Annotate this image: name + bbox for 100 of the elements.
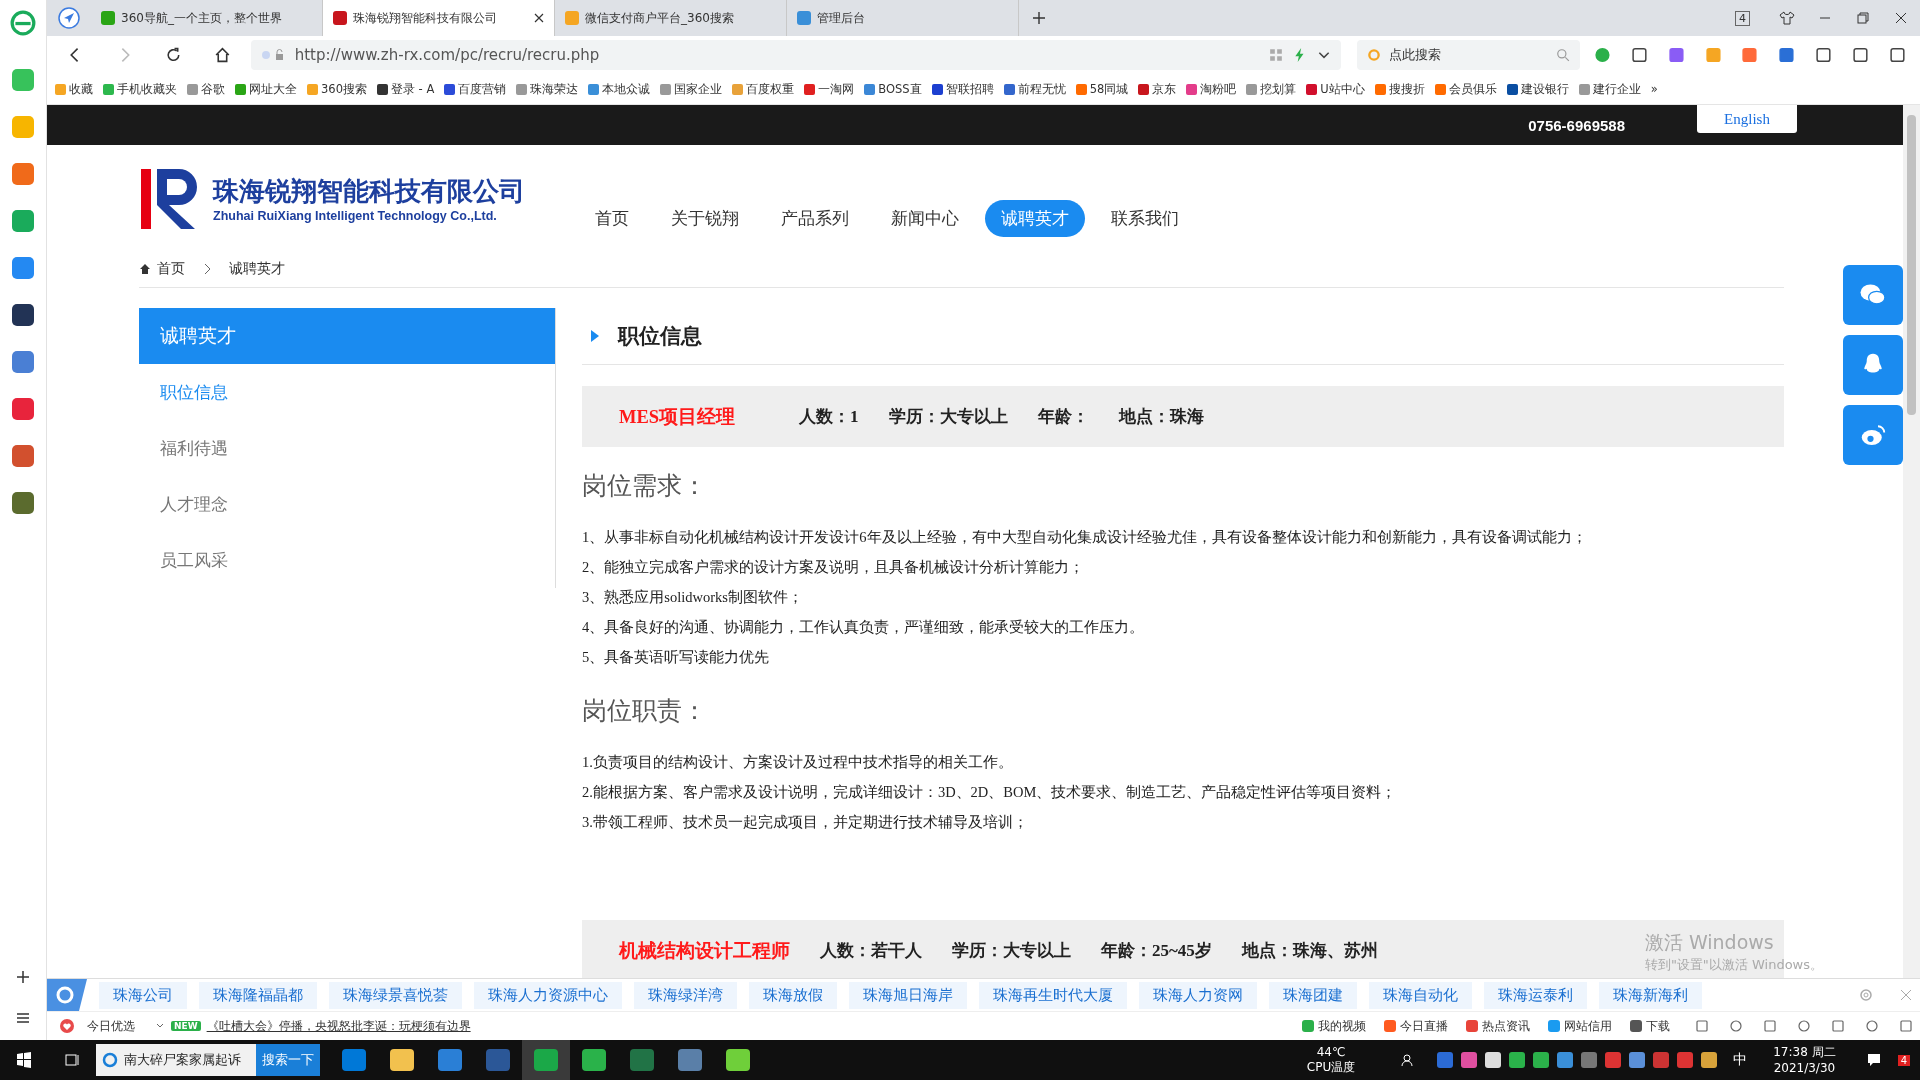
bookmark[interactable]: 建设银行 xyxy=(1506,81,1569,97)
hot-search-link[interactable]: 珠海旭日海岸 xyxy=(849,981,967,1009)
toolbar-icon[interactable] xyxy=(1830,1018,1846,1034)
hot-search-link[interactable]: 珠海隆福晶都 xyxy=(199,981,317,1009)
status-link[interactable]: 热点资讯 xyxy=(1466,1017,1530,1035)
app-icon[interactable] xyxy=(12,304,34,326)
hot-search-link[interactable]: 珠海公司 xyxy=(99,981,187,1009)
toolbar-icon[interactable] xyxy=(1694,1018,1710,1034)
hot-search-link[interactable]: 珠海新海利 xyxy=(1599,981,1702,1009)
status-link[interactable]: 今日直播 xyxy=(1384,1017,1448,1035)
search-field[interactable]: 点此搜索 xyxy=(1356,40,1580,70)
nav-link[interactable]: 新闻中心 xyxy=(875,199,975,237)
taskbar-search-field[interactable]: 南大碎尸案家属起诉 xyxy=(96,1044,256,1076)
search-button[interactable]: 搜索一下 xyxy=(256,1044,320,1076)
bookmark[interactable]: 58同城 xyxy=(1075,81,1129,97)
news-headline-link[interactable]: 《吐槽大会》停播，央视怒批李诞：玩梗须有边界 xyxy=(206,1017,471,1035)
browser-tab[interactable]: 珠海锐翔智能科技有限公司 xyxy=(323,0,555,36)
address-field[interactable]: http://www.zh-rx.com/pc/recru/recru.php xyxy=(250,40,1341,70)
hot-search-link[interactable]: 珠海运泰利 xyxy=(1484,981,1587,1009)
bookmark[interactable]: 手机收藏夹 xyxy=(103,81,177,97)
extension-icon[interactable] xyxy=(1889,46,1907,64)
bookmark[interactable]: 谷歌 xyxy=(187,81,225,97)
toolbar-icon[interactable] xyxy=(1796,1018,1812,1034)
hot-search-link[interactable]: 珠海自动化 xyxy=(1369,981,1472,1009)
bookmark[interactable]: 百度权重 xyxy=(732,81,795,97)
input-method-indicator[interactable]: 中 xyxy=(1733,1051,1748,1069)
clock[interactable]: 17:38 周二 2021/3/30 xyxy=(1773,1044,1836,1076)
hot-search-link[interactable]: 珠海人力资源中心 xyxy=(474,981,622,1009)
bookmark[interactable]: BOSS直 xyxy=(864,81,922,97)
close-icon[interactable] xyxy=(534,13,544,23)
nav-link[interactable]: 产品系列 xyxy=(765,199,865,237)
bookmark[interactable]: 前程无忧 xyxy=(1003,81,1066,97)
bookmark[interactable]: » xyxy=(1650,82,1658,96)
toolbar-icon[interactable] xyxy=(1728,1018,1744,1034)
bookmark[interactable]: 京东 xyxy=(1138,81,1177,97)
toolbar-icon[interactable] xyxy=(1762,1018,1778,1034)
hot-search-link[interactable]: 珠海绿景喜悦荟 xyxy=(329,981,462,1009)
browser-logo-icon[interactable] xyxy=(10,10,36,36)
bookmark[interactable]: 建行企业 xyxy=(1578,81,1641,97)
hot-search-link[interactable]: 珠海绿洋湾 xyxy=(634,981,737,1009)
wechat-button[interactable] xyxy=(1843,265,1903,325)
language-button[interactable]: English xyxy=(1697,105,1797,133)
side-menu-item[interactable]: 福利待遇 xyxy=(139,420,555,476)
bookmark[interactable]: 登录 - A xyxy=(376,81,435,97)
qq-button[interactable] xyxy=(1843,335,1903,395)
hot-search-link[interactable]: 珠海团建 xyxy=(1269,981,1357,1009)
hot-search-link[interactable]: 珠海再生时代大厦 xyxy=(979,981,1127,1009)
hot-search-link[interactable]: 珠海放假 xyxy=(749,981,837,1009)
compass-icon[interactable] xyxy=(57,6,81,30)
bookmark[interactable]: 国家企业 xyxy=(660,81,723,97)
hot-search-link[interactable]: 珠海人力资网 xyxy=(1139,981,1257,1009)
bookmark[interactable]: U站中心 xyxy=(1306,81,1365,97)
notification-icon[interactable] xyxy=(1865,1052,1882,1068)
home-icon[interactable] xyxy=(213,46,231,64)
app-icon[interactable] xyxy=(12,492,34,514)
close-icon[interactable] xyxy=(1893,10,1909,26)
bookmark[interactable]: 一淘网 xyxy=(804,81,855,97)
bookmark[interactable]: 本地众诚 xyxy=(588,81,651,97)
bookmark[interactable]: 淘粉吧 xyxy=(1186,81,1237,97)
breadcrumb-link[interactable]: 诚聘英才 xyxy=(229,260,285,278)
search-icon[interactable] xyxy=(1555,48,1570,62)
restore-icon[interactable] xyxy=(1855,10,1871,26)
reload-icon[interactable] xyxy=(164,46,182,64)
side-menu-item[interactable]: 职位信息 xyxy=(139,364,555,420)
settings-icon[interactable] xyxy=(1858,987,1874,1003)
nav-link[interactable]: 首页 xyxy=(579,199,645,237)
scrollbar[interactable] xyxy=(1903,105,1920,978)
toolbar-icon[interactable] xyxy=(1864,1018,1880,1034)
tray-icon[interactable] xyxy=(1629,1052,1646,1068)
bookmark[interactable]: 珠海荣达 xyxy=(516,81,579,97)
bookmark[interactable]: 网址大全 xyxy=(235,81,297,97)
list-icon[interactable] xyxy=(15,1010,31,1026)
start-icon[interactable] xyxy=(16,1052,32,1068)
extension-icon[interactable] xyxy=(1815,46,1833,64)
status-link[interactable]: 下载 xyxy=(1630,1017,1670,1035)
tray-icon[interactable] xyxy=(1533,1052,1550,1068)
shirt-icon[interactable] xyxy=(1779,10,1795,26)
side-menu-item[interactable]: 员工风采 xyxy=(139,532,555,588)
tray-icon[interactable] xyxy=(1485,1052,1502,1068)
bookmark[interactable]: 360搜索 xyxy=(307,81,367,97)
bookmark[interactable]: 百度营销 xyxy=(444,81,507,97)
breadcrumb-link[interactable]: 首页 xyxy=(157,260,185,278)
add-icon[interactable] xyxy=(15,969,31,985)
tray-icon[interactable] xyxy=(1509,1052,1526,1068)
toolbar-icon[interactable] xyxy=(1898,1018,1914,1034)
bookmark[interactable]: 智联招聘 xyxy=(931,81,994,97)
extension-icon[interactable] xyxy=(1778,46,1796,64)
extension-icon[interactable] xyxy=(1852,46,1870,64)
bookmark[interactable]: 收藏 xyxy=(55,81,93,97)
new-tab-icon[interactable] xyxy=(1031,10,1047,26)
nav-link[interactable]: 关于锐翔 xyxy=(655,199,755,237)
task-view-icon[interactable] xyxy=(64,1052,80,1068)
bookmark[interactable]: 搜搜折 xyxy=(1374,81,1425,97)
status-link[interactable]: 我的视频 xyxy=(1302,1017,1366,1035)
bookmark[interactable]: 会员俱乐 xyxy=(1434,81,1497,97)
tab-count[interactable]: 4 xyxy=(1735,10,1750,26)
nav-link[interactable]: 联系我们 xyxy=(1095,199,1195,237)
weibo-button[interactable] xyxy=(1843,405,1903,465)
nav-link[interactable]: 诚聘英才 xyxy=(985,199,1085,237)
bookmark[interactable]: 挖划算 xyxy=(1246,81,1297,97)
